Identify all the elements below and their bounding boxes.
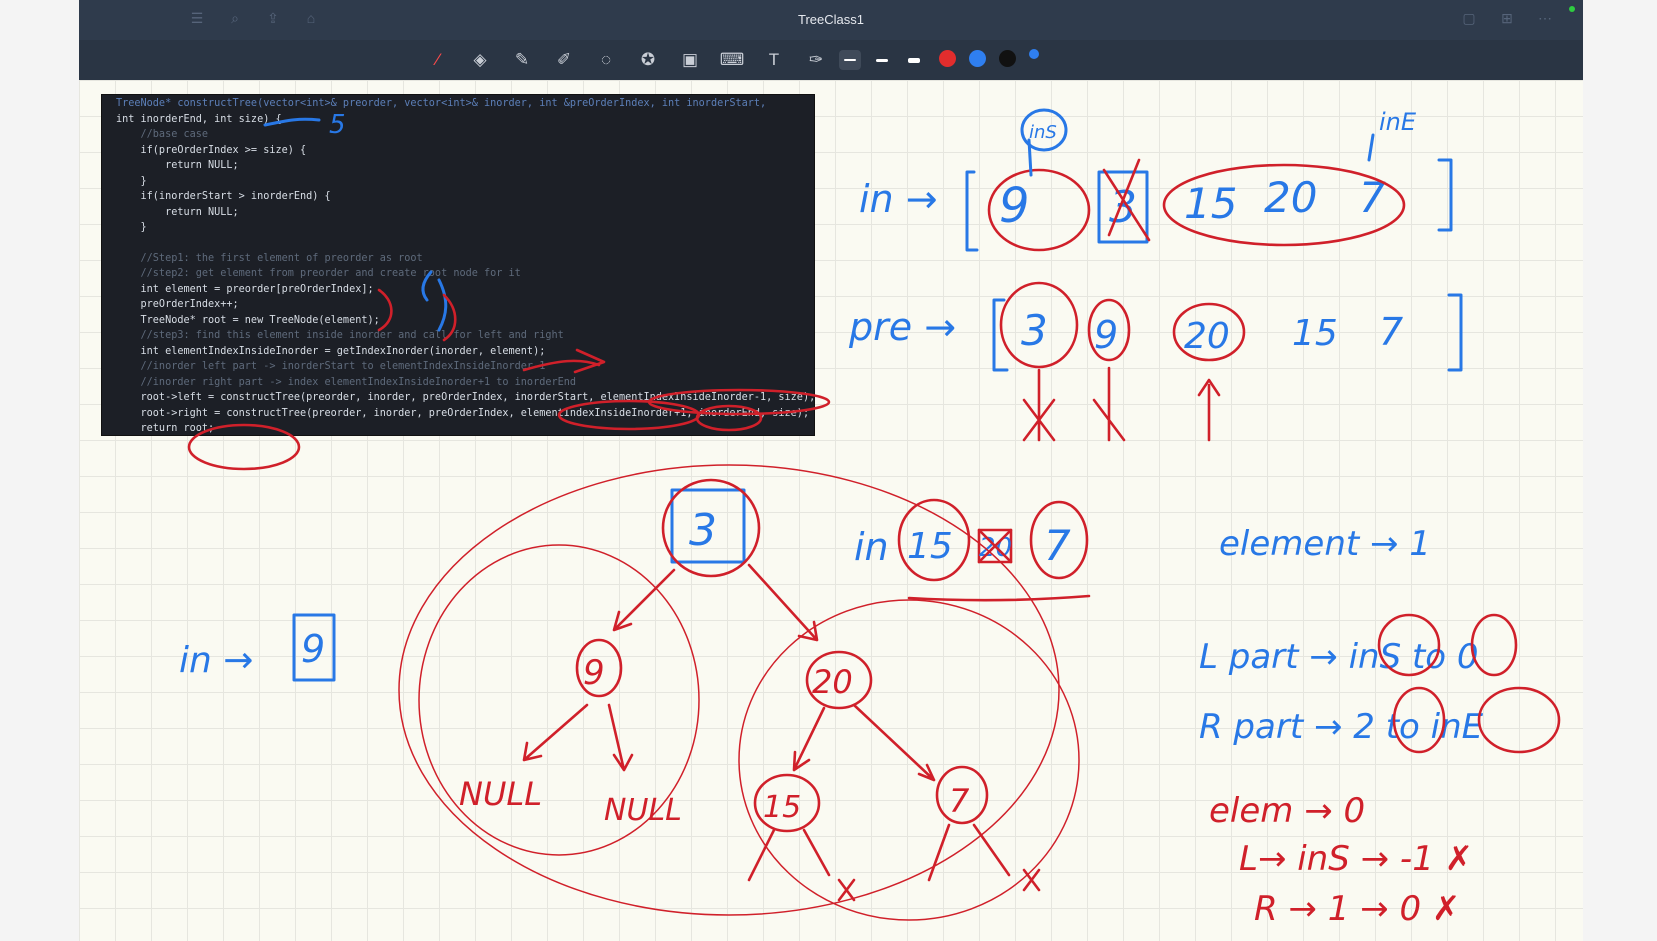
code-line-15: TreeNode* root = new TreeNode(element); [116, 315, 380, 326]
code-line-3: //base case [116, 129, 209, 140]
add-page-icon[interactable]: ⊞ [1499, 10, 1515, 26]
status-dot [1569, 6, 1575, 12]
code-line-18: //inorder left part -> inorderStart to e… [116, 361, 546, 372]
text-icon[interactable]: T [760, 48, 788, 72]
more-tools-icon[interactable]: ✑ [802, 48, 830, 72]
image-icon[interactable]: ▣ [676, 48, 704, 72]
code-line-13: int element = preorder[preOrderIndex]; [116, 284, 374, 295]
code-line-8: return NULL; [116, 207, 239, 218]
keyboard-icon[interactable]: ⌨ [718, 48, 746, 72]
title-left-icons: ☰ ⌕ ⇪ ⌂ [189, 10, 319, 26]
title-bar: TreeClass1 ☰ ⌕ ⇪ ⌂ ▢ ⊞ ⋯ [79, 0, 1583, 40]
color-accent-dot[interactable] [1029, 48, 1039, 59]
stroke-thick-button[interactable] [903, 50, 925, 70]
stroke-thin-button[interactable] [839, 50, 861, 70]
color-swatches [939, 48, 1039, 67]
pencil-icon[interactable]: ✎ [508, 48, 536, 72]
code-line-9: } [116, 222, 147, 233]
code-line-7: if(inorderStart > inorderEnd) { [116, 191, 331, 202]
title-right-icons: ▢ ⊞ ⋯ [1461, 10, 1553, 26]
code-line-14: preOrderIndex++; [116, 299, 239, 310]
sidebar-icon[interactable]: ☰ [189, 10, 205, 26]
drawing-toolbar: ⁄ ◈ ✎ ✐ ◌ ✪ ▣ ⌨ T ✑ [79, 40, 1583, 80]
laser-pointer-icon[interactable]: ⁄ [424, 48, 452, 72]
code-line-12: //step2: get element from preorder and c… [116, 268, 521, 279]
tool-group: ⁄ ◈ ✎ ✐ ◌ ✪ ▣ ⌨ T ✑ [424, 48, 830, 72]
color-red-swatch[interactable] [939, 50, 956, 67]
code-line-17: int elementIndexInsideInorder = getIndex… [116, 346, 546, 357]
pages-icon[interactable]: ▢ [1461, 10, 1477, 26]
menu-icon[interactable]: ⋯ [1537, 10, 1553, 26]
code-screenshot[interactable]: TreeNode* constructTree(vector<int>& pre… [101, 94, 815, 436]
color-blue-swatch[interactable] [969, 50, 986, 67]
code-line-16: //step3: find this element inside inorde… [116, 330, 564, 341]
color-black-swatch[interactable] [999, 50, 1016, 67]
search-icon[interactable]: ⌕ [227, 10, 243, 26]
code-line-11: //Step1: the first element of preorder a… [116, 253, 423, 264]
notes-app-window: TreeClass1 ☰ ⌕ ⇪ ⌂ ▢ ⊞ ⋯ ⁄ ◈ ✎ ✐ ◌ ✪ ▣ ⌨… [79, 0, 1583, 941]
code-line-5: return NULL; [116, 160, 239, 171]
code-line-4: if(preOrderIndex >= size) { [116, 145, 307, 156]
code-line-20: root->left = constructTree(preorder, ino… [116, 392, 815, 403]
highlighter-icon[interactable]: ✐ [550, 48, 578, 72]
share-icon[interactable]: ⇪ [265, 10, 281, 26]
stroke-width-group [839, 50, 925, 70]
code-line-21: root->right = constructTree(preorder, in… [116, 408, 810, 419]
stroke-medium-button[interactable] [871, 50, 893, 70]
code-line-1: TreeNode* constructTree(vector<int>& pre… [116, 98, 767, 109]
code-line-19: //inorder right part -> index elementInd… [116, 377, 577, 388]
code-line-22: return root; [116, 423, 215, 434]
shapes-icon[interactable]: ✪ [634, 48, 662, 72]
bookmark-icon[interactable]: ⌂ [303, 10, 319, 26]
code-line-6: } [116, 176, 147, 187]
eraser-icon[interactable]: ◈ [466, 48, 494, 72]
lasso-icon[interactable]: ◌ [592, 48, 620, 72]
code-line-2: int inorderEnd, int size) { [116, 114, 282, 125]
